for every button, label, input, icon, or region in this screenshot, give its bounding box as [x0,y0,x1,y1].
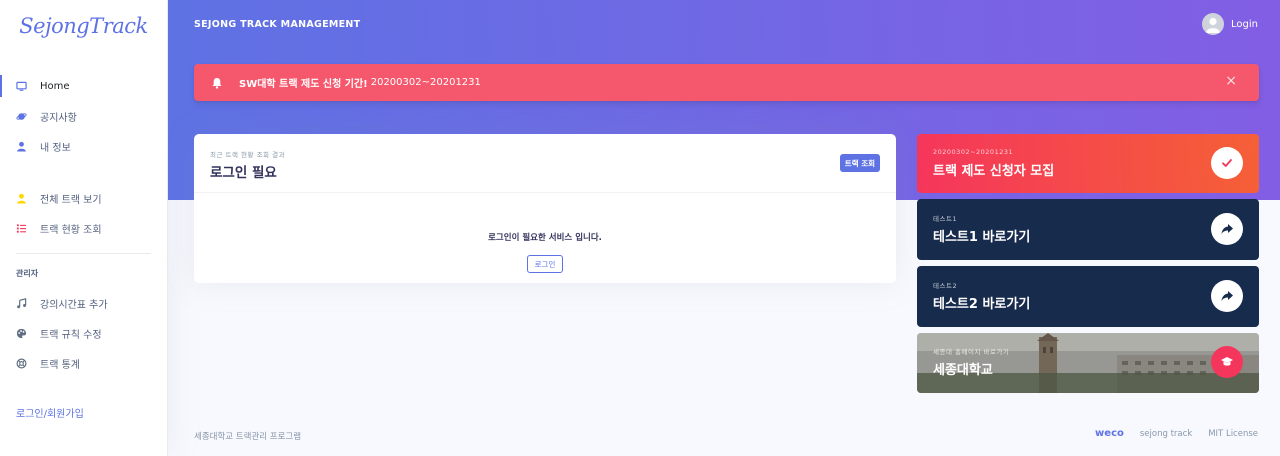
track-lookup-button[interactable]: 트랙 조회 [839,154,880,172]
graduation-cap-icon [1211,346,1243,378]
card-title: 로그인 필요 [210,165,277,181]
sidebar-item-label: 트랙 통계 [40,359,80,371]
card-title: 트랙 제도 신청자 모집 [933,164,1055,179]
test1-card[interactable]: 테스트1 테스트1 바로가기 [917,199,1259,260]
login-required-message: 로그인이 필요한 서비스 입니다. [488,233,602,243]
page-title[interactable]: SEJONG TRACK MANAGEMENT [194,19,360,30]
sidebar-item-home[interactable]: Home [0,71,167,101]
sidebar-divider [16,253,151,254]
card-subtitle: 세종대 홈페이지 바로가기 [933,348,1010,356]
sidebar-item-label: 내 정보 [40,142,71,154]
footer-brand-link[interactable]: weco [1095,428,1124,439]
notice-alert: SW대학 트랙 제도 신청 기간! 20200302~20201231 × [194,64,1259,101]
card-title: 세종대학교 [933,363,993,378]
bell-icon [211,77,223,89]
footer-link-license[interactable]: MIT License [1208,429,1258,439]
sidebar-item-track-status[interactable]: 트랙 현황 조회 [0,213,167,243]
support-icon [16,358,27,369]
sidebar-item-track-stats[interactable]: 트랙 통계 [0,348,167,378]
sidebar-item-label: 전체 트랙 보기 [40,194,102,206]
close-icon[interactable]: × [1225,74,1237,88]
footer-link-sejong-track[interactable]: sejong track [1140,429,1192,439]
card-header: 최근 트랙 현황 조회 결과 로그인 필요 트랙 조회 [194,134,896,193]
brand-logo[interactable]: SejongTrack [0,0,167,52]
planet-icon [16,111,27,122]
share-arrow-icon [1211,280,1243,312]
sidebar-item-add-timetable[interactable]: 강의시간표 추가 [0,288,167,318]
login-button[interactable]: 로그인 [527,255,563,273]
admin-heading: 관리자 [16,268,39,278]
sidebar-item-label: 강의시간표 추가 [40,299,108,311]
sidebar-item-label: 트랙 규칙 수정 [40,329,102,341]
sidebar-item-notice[interactable]: 공지사항 [0,101,167,131]
sidebar-item-all-tracks[interactable]: 전체 트랙 보기 [0,183,167,213]
check-icon [1211,147,1243,179]
alert-title: SW대학 트랙 제도 신청 기간! [239,79,368,90]
user-icon [16,141,27,152]
card-subtitle: 20200302~20201231 [933,148,1014,156]
palette-icon [16,328,27,339]
user-login-menu[interactable]: Login [1202,13,1258,35]
sidebar-item-label: Home [40,80,70,92]
list-icon [16,223,27,234]
sejong-university-card[interactable]: 세종대 홈페이지 바로가기 세종대학교 [917,333,1259,393]
sidebar: SejongTrack Home 공지사항 내 정보 전체 트랙 보기 트랙 현… [0,0,168,456]
monitor-icon [16,81,27,92]
avatar [1202,13,1225,35]
sidebar-item-my-info[interactable]: 내 정보 [0,131,167,161]
card-subtitle: 테스트1 [933,215,958,223]
card-subtitle: 테스트2 [933,282,958,290]
app-root: SejongTrack Home 공지사항 내 정보 전체 트랙 보기 트랙 현… [0,0,1280,456]
track-nav: 전체 트랙 보기 트랙 현황 조회 [0,183,167,243]
login-label: Login [1231,18,1258,30]
admin-nav: 강의시간표 추가 트랙 규칙 수정 트랙 통계 [0,288,167,378]
alert-text: 20200302~20201231 [370,77,481,88]
card-subtitle: 최근 트랙 현황 조회 결과 [210,151,286,159]
test2-card[interactable]: 테스트2 테스트2 바로가기 [917,266,1259,327]
music-icon [16,297,27,309]
footer-copyright: 세종대학교 트랙관리 프로그램 [194,432,302,442]
footer-links: weco sejong track MIT License [1095,428,1258,439]
sidebar-item-label: 공지사항 [40,112,77,124]
sidebar-item-label: 트랙 현황 조회 [40,224,102,236]
sidebar-item-edit-rules[interactable]: 트랙 규칙 수정 [0,318,167,348]
user-icon [1206,17,1221,33]
card-title: 테스트2 바로가기 [933,297,1031,312]
share-arrow-icon [1211,213,1243,245]
recruit-card[interactable]: 20200302~20201231 트랙 제도 신청자 모집 [917,134,1259,193]
card-title: 테스트1 바로가기 [933,230,1031,245]
main-nav: Home 공지사항 내 정보 [0,71,167,161]
user-icon [16,193,27,204]
login-signup-link[interactable]: 로그인/회원가입 [16,405,84,420]
